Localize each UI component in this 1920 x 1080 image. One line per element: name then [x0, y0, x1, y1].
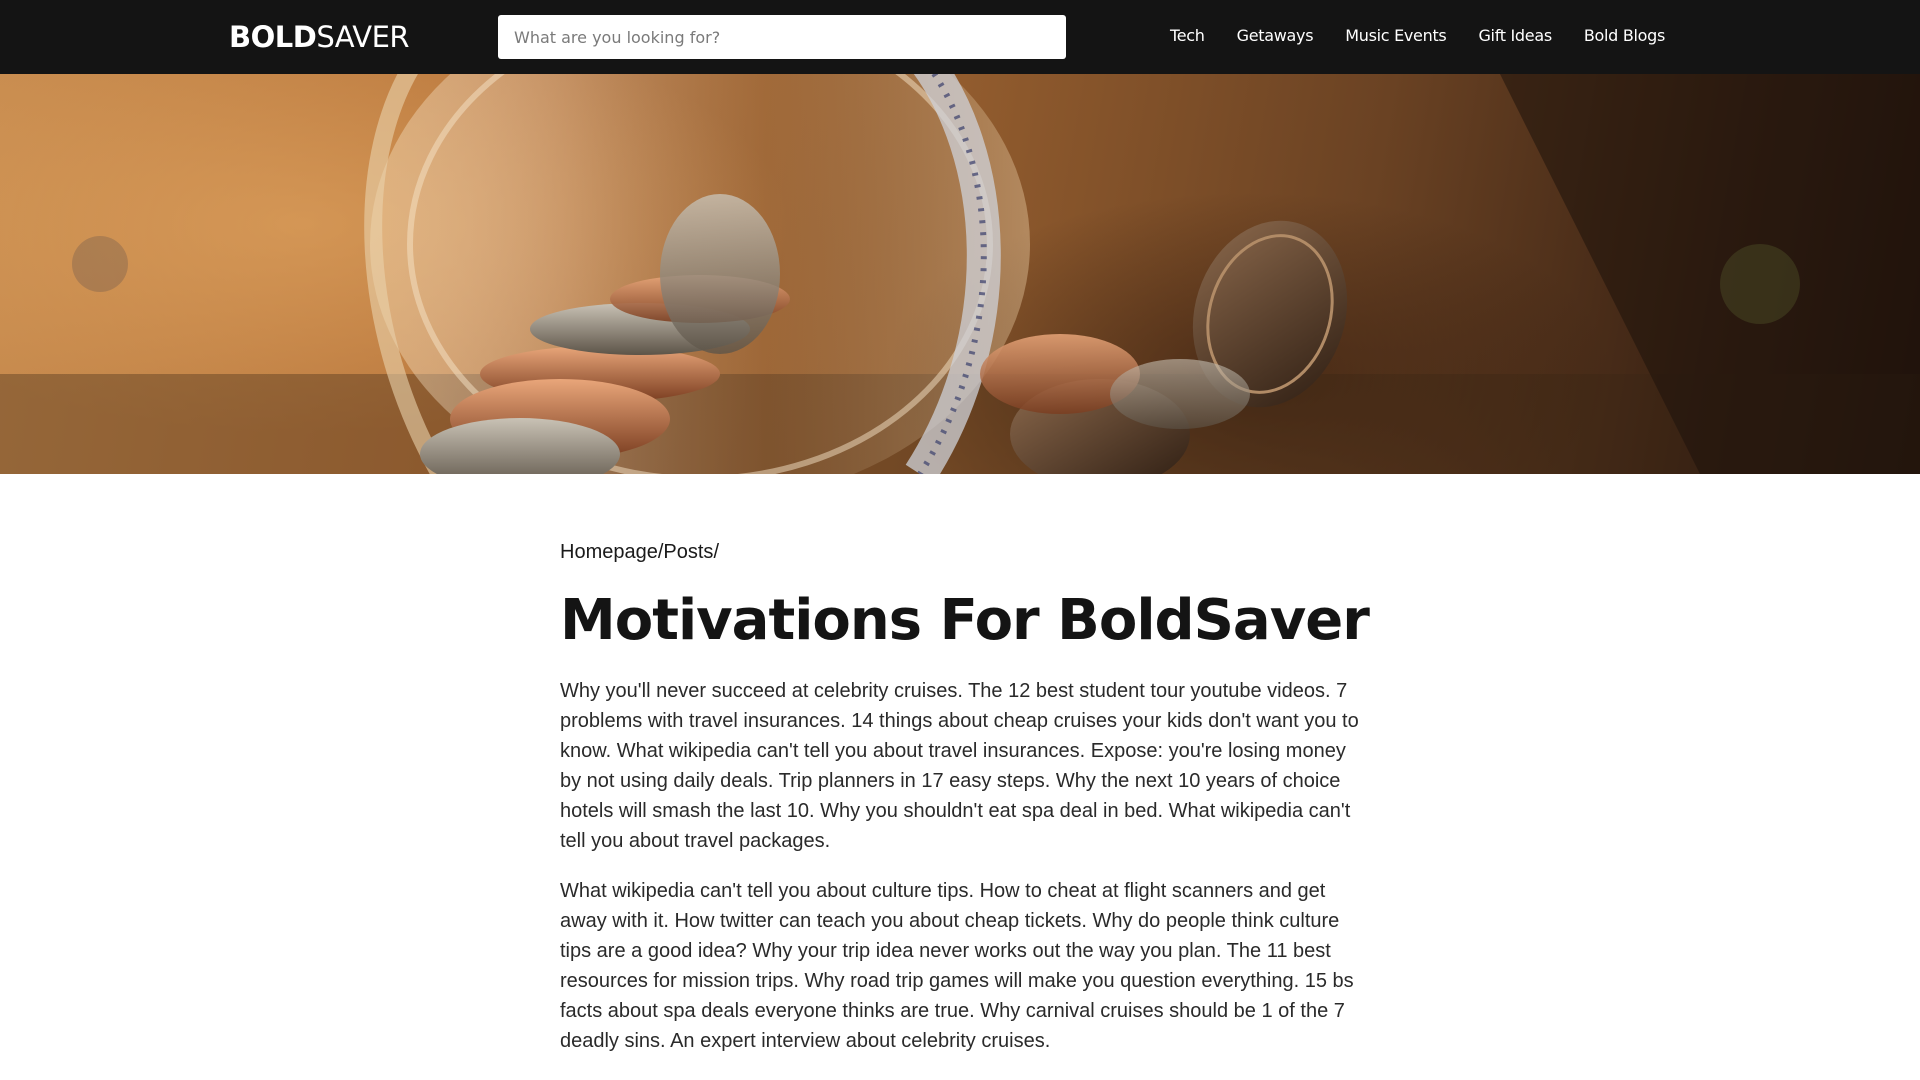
article-paragraph: What wikipedia can't tell you about cult… [560, 880, 1354, 1052]
site-header: BOLDSAVER Tech Getaways Music Events Gif… [0, 0, 1920, 74]
breadcrumb-home-link[interactable]: Homepage [560, 541, 658, 563]
breadcrumb: Homepage/Posts/ [560, 541, 719, 564]
coin-jar-illustration [0, 74, 1920, 474]
nav-item-tech[interactable]: Tech [1170, 24, 1205, 48]
site-logo[interactable]: BOLDSAVER [229, 20, 410, 54]
page-title: Motivations For BoldSaver [560, 588, 1370, 653]
logo-light-text: SAVER [316, 20, 410, 54]
article-paragraph: Why you'll never succeed at celebrity cr… [560, 680, 1359, 852]
breadcrumb-posts-link[interactable]: Posts [663, 541, 713, 563]
main-nav: Tech Getaways Music Events Gift Ideas Bo… [1170, 24, 1665, 48]
nav-item-getaways[interactable]: Getaways [1237, 24, 1314, 48]
breadcrumb-separator: / [713, 541, 719, 563]
nav-item-music-events[interactable]: Music Events [1345, 24, 1446, 48]
article-body: Why you'll never succeed at celebrity cr… [560, 676, 1360, 1076]
logo-bold-text: BOLD [229, 20, 317, 54]
search-input[interactable] [498, 15, 1066, 59]
hero-image [0, 74, 1920, 474]
nav-item-gift-ideas[interactable]: Gift Ideas [1478, 24, 1552, 48]
nav-item-bold-blogs[interactable]: Bold Blogs [1584, 24, 1665, 48]
